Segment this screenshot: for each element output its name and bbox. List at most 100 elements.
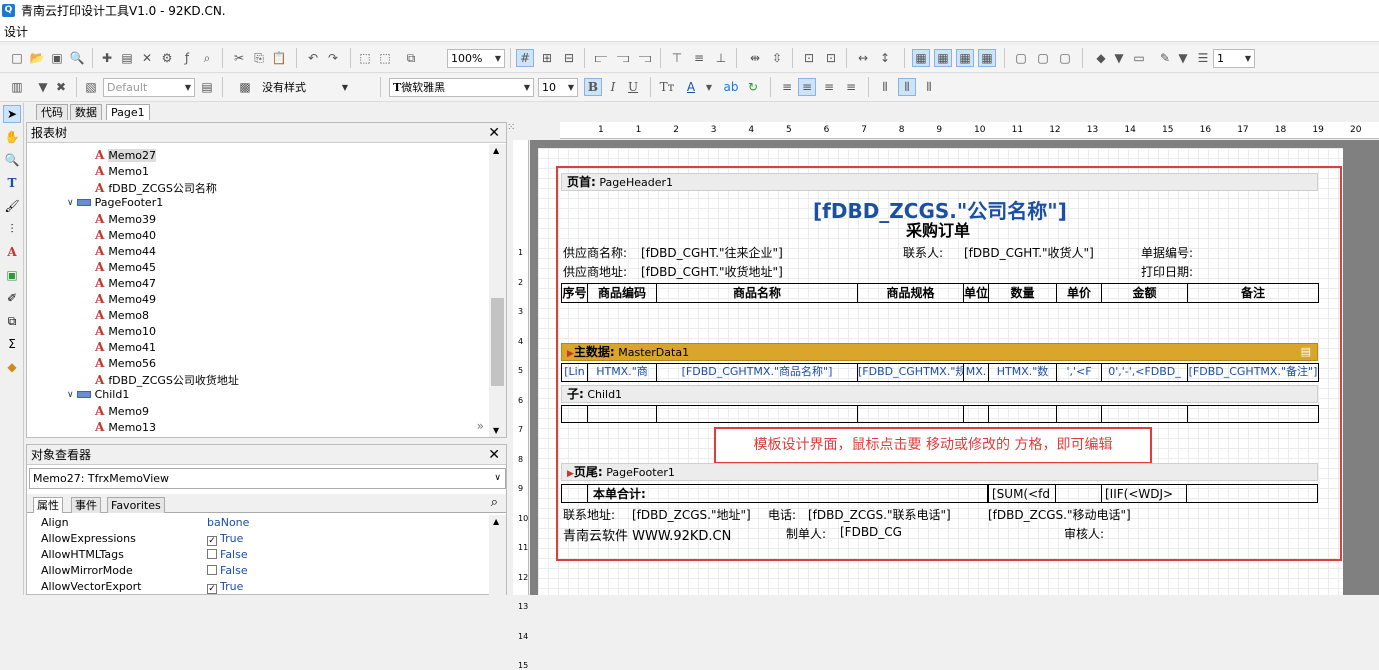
align-top-icon[interactable]: ⊤ [668,49,686,67]
line-color-icon[interactable]: ✎ [1156,49,1174,67]
line-style-icon[interactable]: ☰ [1194,49,1212,67]
band-icon[interactable]: ▥ [8,78,26,96]
menu-design[interactable]: 设计 [4,23,28,40]
tab-events[interactable]: 事件 [71,497,101,513]
tree-node[interactable]: A Memo40 [95,228,156,242]
tab-code[interactable]: 代码 [36,104,68,120]
search-icon[interactable]: ⌕ [491,495,498,510]
font-color-dropdown-icon[interactable]: ▼ [700,78,718,96]
close-icon[interactable]: ✕ [488,123,500,143]
tree-node[interactable]: A Memo45 [95,260,156,274]
frame-all-icon[interactable]: ▦ [912,49,930,67]
find-icon[interactable]: ⌕ [198,49,216,67]
property-value[interactable]: False [207,564,248,577]
close-icon[interactable]: ✕ [488,445,500,465]
hand-tool-icon[interactable]: ✋ [3,128,21,146]
checkbox[interactable] [207,549,217,559]
tree-node[interactable]: A Memo56 [95,356,156,370]
space-vertical-icon[interactable]: ⇳ [768,49,786,67]
text-justify-icon[interactable]: ≡ [842,78,860,96]
property-value[interactable]: baNone [207,516,249,529]
italic-button[interactable]: I [604,78,622,96]
rotate-icon[interactable]: ↻ [744,78,762,96]
property-row[interactable]: AllowMirrorMode False [27,563,488,579]
band-tool-icon[interactable]: ⫶ [3,220,21,238]
delete-page-icon[interactable]: ✕ [138,49,156,67]
highlight-icon[interactable]: ▩ [236,78,254,96]
property-row[interactable]: Align baNone [27,515,488,531]
property-scrollbar[interactable]: ▲ [489,515,506,595]
tree-node[interactable]: A Memo49 [95,292,156,306]
text-align-left-icon[interactable]: ≡ [778,78,796,96]
redo-icon[interactable]: ↷ [324,49,342,67]
align-middle-icon[interactable]: ≡ [690,49,708,67]
property-row[interactable]: AllowExpressions ✓ True [27,531,488,547]
font-settings-icon[interactable]: Tᴛ [658,78,676,96]
subreport-tool-icon[interactable]: ⧉ [3,312,21,330]
valign-middle-icon[interactable]: ⦀ [898,78,916,96]
align-center-icon[interactable]: ⫎ [614,49,632,67]
memo-tool-icon[interactable]: A [3,243,21,261]
fit-grid-icon[interactable]: ⊞ [538,49,556,67]
grid-icon[interactable]: # [516,49,534,67]
line-width-select[interactable]: 1 ▼ [1213,49,1255,68]
tree-node[interactable]: A Memo44 [95,244,156,258]
copy-icon[interactable]: ⎘ [250,49,268,67]
tree-node[interactable]: A Memo9 [95,404,149,418]
paste-icon[interactable]: 📋 [270,49,288,67]
group-icon[interactable]: ⬚ [356,49,374,67]
delete-band-icon[interactable]: ✖ [52,78,70,96]
font-color-icon[interactable]: A [682,78,700,96]
checkbox[interactable]: ✓ [207,536,217,546]
frame-outer-icon[interactable]: ▢ [1056,49,1074,67]
bold-button[interactable]: B [584,78,602,96]
space-horizontal-icon[interactable]: ⇹ [746,49,764,67]
text-align-right-icon[interactable]: ≡ [820,78,838,96]
zoom-tool-icon[interactable]: 🔍 [3,151,21,169]
align-left-icon[interactable]: ⫍ [592,49,610,67]
tree-node[interactable]: A Memo41 [95,340,156,354]
band-dropdown-icon[interactable]: ▼ [34,78,52,96]
align-right-icon[interactable]: ⫎ [636,49,654,67]
tree-node[interactable]: A Memo27 [95,148,157,162]
style-icon[interactable]: ▧ [82,78,100,96]
center-h-icon[interactable]: ⊡ [800,49,818,67]
tree-node[interactable]: ∨ Child1 [67,388,129,401]
fill-color-icon[interactable]: ◆ [1092,49,1110,67]
picture-tool-icon[interactable]: ▣ [3,266,21,284]
frame-right-icon[interactable]: ▢ [1012,49,1030,67]
tree-node[interactable]: A Memo8 [95,308,149,322]
font-name-select[interactable]: T微软雅黑 ▼ [389,78,534,97]
page-settings-icon[interactable]: ⚙ [158,49,176,67]
tree-node[interactable]: AfDBD_ZCGS公司收货地址 [95,372,239,388]
bring-front-icon[interactable]: ⧉ [402,49,420,67]
property-row[interactable]: AllowHTMLTags False [27,547,488,563]
chevron-down-icon[interactable]: ∨ [67,390,74,400]
tab-data[interactable]: 数据 [70,104,102,120]
frame-left-icon[interactable]: ▦ [978,49,996,67]
new-dialog-icon[interactable]: ▤ [118,49,136,67]
select-tool-icon[interactable]: ➤ [3,105,21,123]
highlight-text-icon[interactable]: ab [722,78,740,96]
valign-top-icon[interactable]: ⦀ [876,78,894,96]
frame-inner-icon[interactable]: ▢ [1034,49,1052,67]
property-value[interactable]: ✓ True [207,580,243,594]
zoom-select[interactable]: 100% ▼ [447,49,505,68]
property-row[interactable]: AllowVectorExport ✓ True [27,579,488,595]
ungroup-icon[interactable]: ⬚ [376,49,394,67]
tree-scrollbar[interactable]: ▲ ▼ [489,144,506,437]
property-value[interactable]: ✓ True [207,532,243,546]
checkbox[interactable]: ✓ [207,584,217,594]
text-tool-icon[interactable]: T [3,174,21,192]
format-painter-icon[interactable]: 🖌 [3,197,21,215]
sum-tool-icon[interactable]: Σ [3,335,21,353]
fill-color-dropdown-icon[interactable]: ▼ [1110,49,1128,67]
text-align-center-icon[interactable]: ≡ [798,78,816,96]
style-edit-icon[interactable]: ▤ [198,78,216,96]
tab-favorites[interactable]: Favorites [107,497,165,513]
fill-style-icon[interactable]: ▭ [1130,49,1148,67]
chevron-double-right-icon[interactable]: » [477,419,484,433]
tree-node[interactable]: A Memo47 [95,276,156,290]
shapes-tool-icon[interactable]: ◆ [3,358,21,376]
save-icon[interactable]: ▣ [48,49,66,67]
